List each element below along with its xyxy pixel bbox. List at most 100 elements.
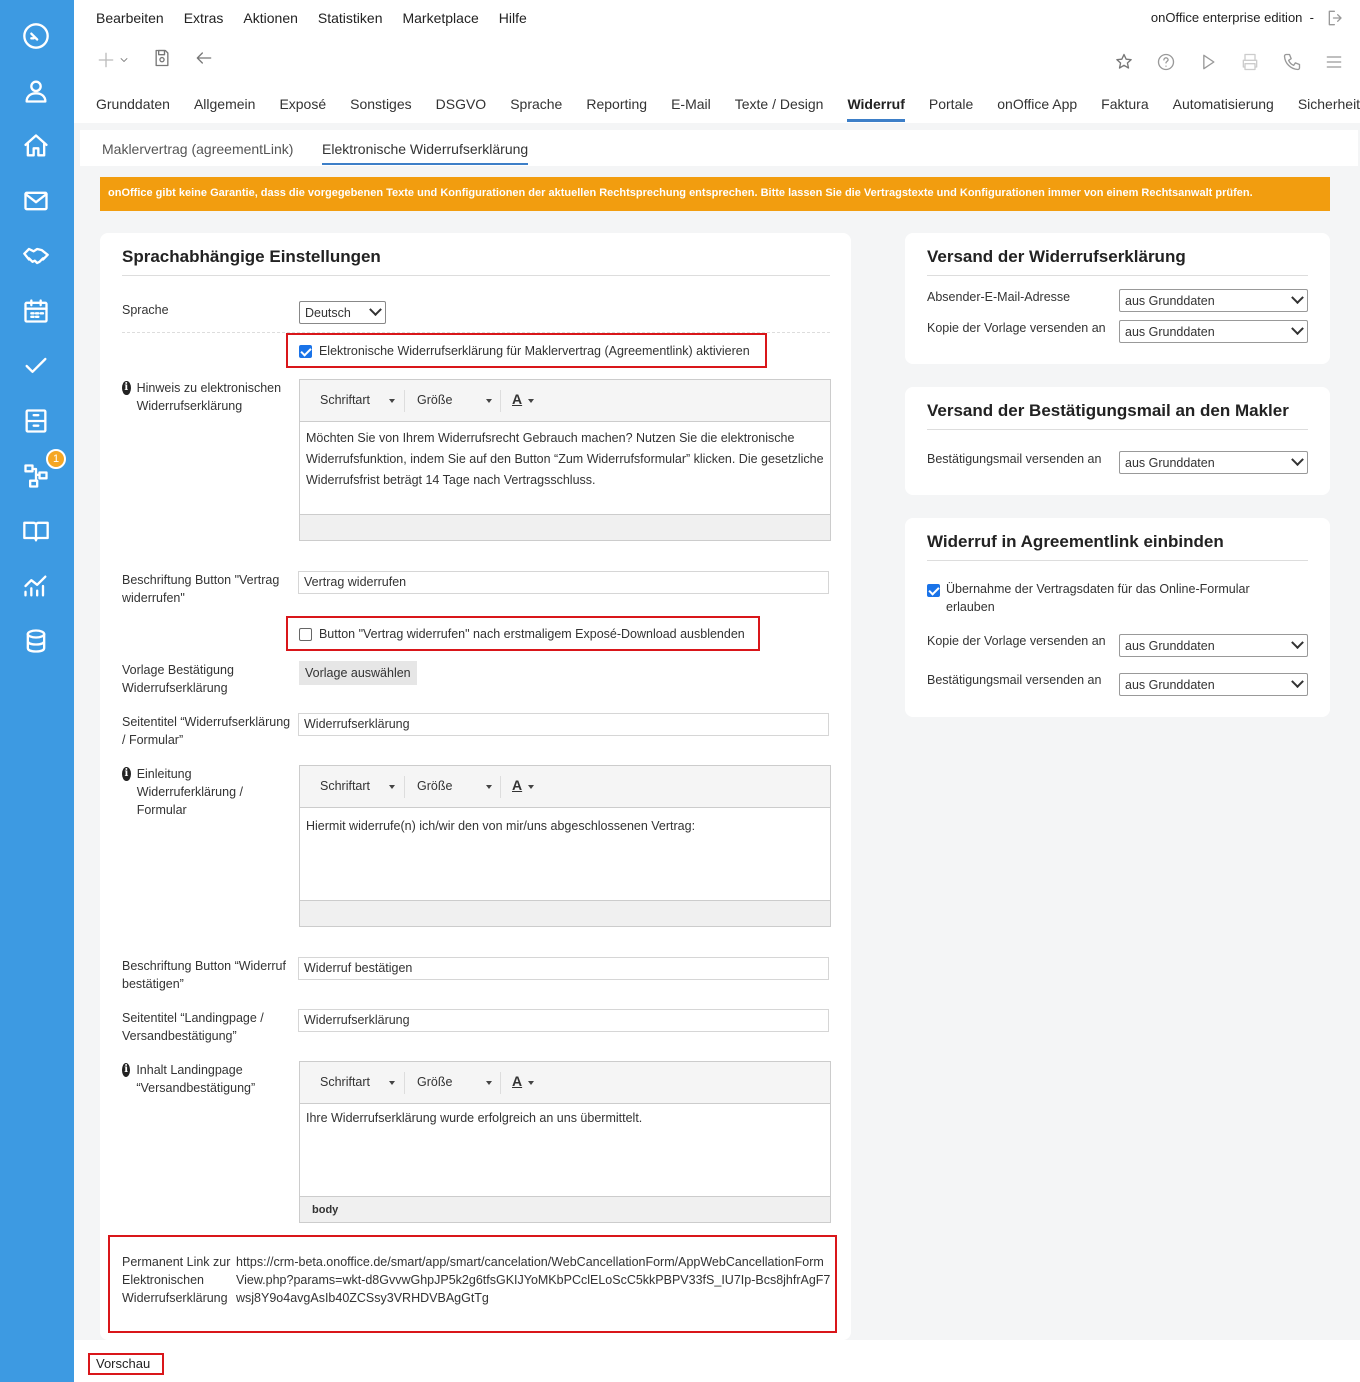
separator (500, 776, 501, 798)
user-icon[interactable] (18, 73, 54, 109)
mail-icon[interactable] (18, 183, 54, 219)
confirmation-mail-select[interactable]: aus Grunddaten (1119, 451, 1308, 474)
font-family-dropdown[interactable]: Schriftart (320, 1075, 370, 1089)
preview-button[interactable]: Vorschau (96, 1356, 150, 1371)
text-color-button[interactable]: A (512, 1073, 522, 1089)
print-icon[interactable] (1240, 52, 1260, 75)
tab-email[interactable]: E-Mail (671, 96, 711, 122)
chevron-down-icon (369, 303, 382, 317)
confirmation-mail-select-value: aus Grunddaten (1125, 455, 1215, 470)
calendar-icon[interactable] (18, 293, 54, 329)
handshake-icon[interactable] (18, 238, 54, 274)
permalink-url[interactable]: https://crm-beta.onoffice.de/smart/app/s… (236, 1253, 832, 1307)
separator (404, 1072, 405, 1094)
menu-aktionen[interactable]: Aktionen (243, 10, 297, 26)
text-color-button[interactable]: A (512, 391, 522, 407)
tab-sonstiges[interactable]: Sonstiges (350, 96, 411, 122)
tab-portale[interactable]: Portale (929, 96, 973, 122)
logout-icon[interactable] (1326, 8, 1346, 31)
database-icon[interactable] (18, 623, 54, 659)
confirm-button-label-input[interactable]: Widerruf bestätigen (298, 957, 829, 980)
language-select[interactable]: Deutsch (299, 301, 386, 324)
einleitung-editor-content[interactable]: Hiermit widerrufe(n) ich/wir den von mir… (300, 808, 830, 900)
separator (404, 390, 405, 412)
chevron-down-icon (1291, 636, 1304, 650)
landing-title-input[interactable]: Widerrufserklärung (298, 1009, 829, 1032)
tab-onoffice-app[interactable]: onOffice App (997, 96, 1077, 122)
tab-grunddaten[interactable]: Grunddaten (96, 96, 170, 122)
add-icon[interactable] (96, 50, 130, 70)
info-icon[interactable]: i (122, 767, 131, 781)
font-family-dropdown[interactable]: Schriftart (320, 393, 370, 407)
tab-texte-design[interactable]: Texte / Design (735, 96, 824, 122)
take-contract-data-checkbox[interactable] (927, 584, 940, 598)
info-icon[interactable]: i (122, 381, 131, 395)
help-icon[interactable] (1156, 52, 1176, 75)
agreement-copy-select[interactable]: aus Grunddaten (1119, 634, 1308, 657)
sender-email-select[interactable]: aus Grunddaten (1119, 289, 1308, 312)
agreement-confirm-select[interactable]: aus Grunddaten (1119, 673, 1308, 696)
home-icon[interactable] (18, 128, 54, 164)
button-label-label: Beschriftung Button "Vertrag widerrufen" (122, 573, 280, 605)
copy-template-select-value: aus Grunddaten (1125, 324, 1215, 339)
back-arrow-icon[interactable] (194, 48, 214, 71)
star-icon[interactable] (1114, 52, 1134, 75)
font-size-dropdown[interactable]: Größe (417, 1075, 452, 1089)
copy-template-select[interactable]: aus Grunddaten (1119, 320, 1308, 343)
hide-button-checkbox[interactable] (299, 628, 312, 642)
einleitung-label: Einleitung Widerruferklärung / Formular (136, 767, 243, 817)
archive-icon[interactable] (18, 403, 54, 439)
take-contract-data-label: Übernahme der Vertragsdaten für das Onli… (946, 582, 1250, 614)
page-title-form-input[interactable]: Widerrufserklärung (298, 713, 829, 736)
tab-faktura[interactable]: Faktura (1101, 96, 1148, 122)
separator (404, 776, 405, 798)
landing-content-editor[interactable]: Schriftart Größe A Ihre Widerrufserkläru… (299, 1061, 831, 1223)
font-size-dropdown[interactable]: Größe (417, 393, 452, 407)
statistics-icon[interactable] (18, 568, 54, 604)
menu-statistiken[interactable]: Statistiken (318, 10, 383, 26)
phone-icon[interactable] (1282, 52, 1302, 75)
landing-content-editor-content[interactable]: Ihre Widerrufserklärung wurde erfolgreic… (300, 1104, 830, 1196)
tab-dsgvo[interactable]: DSGVO (436, 96, 487, 122)
language-select-value: Deutsch (305, 305, 351, 320)
einleitung-editor[interactable]: Schriftart Größe A Hiermit widerrufe(n) … (299, 765, 831, 927)
subtab-maklervertrag[interactable]: Maklervertrag (agreementLink) (102, 141, 293, 163)
dashboard-icon[interactable] (18, 18, 54, 54)
editor-toolbar: Schriftart Größe A (300, 1062, 830, 1104)
activate-checkbox[interactable] (299, 345, 312, 359)
tab-widerruf[interactable]: Widerruf (847, 96, 905, 122)
font-family-dropdown[interactable]: Schriftart (320, 779, 370, 793)
menu-hilfe[interactable]: Hilfe (499, 10, 527, 26)
tab-automatisierung[interactable]: Automatisierung (1173, 96, 1274, 122)
caret-down-icon (528, 1081, 534, 1085)
hamburger-menu-icon[interactable] (1324, 52, 1344, 75)
text-color-button[interactable]: A (512, 777, 522, 793)
subtab-elektronische-widerrufserklaerung[interactable]: Elektronische Widerrufserklärung (322, 141, 529, 165)
einleitung-label-row: i Einleitung Widerruferklärung / Formular (122, 765, 272, 819)
menu-marketplace[interactable]: Marketplace (402, 10, 478, 26)
tab-allgemein[interactable]: Allgemein (194, 96, 255, 122)
caret-down-icon (528, 399, 534, 403)
tab-expose[interactable]: Exposé (279, 96, 326, 122)
button-label-input[interactable]: Vertrag widerrufen (298, 571, 829, 594)
hide-button-option[interactable]: Button "Vertrag widerrufen" nach erstmal… (299, 625, 745, 643)
font-size-dropdown[interactable]: Größe (417, 779, 452, 793)
hinweis-editor[interactable]: Schriftart Größe A Möchten Sie von Ihrem… (299, 379, 831, 541)
edition-label[interactable]: onOffice enterprise edition - (1151, 10, 1314, 25)
menu-bearbeiten[interactable]: Bearbeiten (96, 10, 164, 26)
hide-button-checkbox-label: Button "Vertrag widerrufen" nach erstmal… (318, 627, 745, 641)
menu-extras[interactable]: Extras (184, 10, 224, 26)
activate-option[interactable]: Elektronische Widerrufserklärung für Mak… (299, 342, 750, 360)
play-icon[interactable] (1198, 52, 1218, 75)
book-icon[interactable] (18, 513, 54, 549)
info-icon[interactable]: i (122, 1063, 131, 1077)
select-template-button[interactable]: Vorlage auswählen (299, 661, 417, 685)
caret-down-icon (528, 785, 534, 789)
hinweis-editor-content[interactable]: Möchten Sie von Ihrem Widerrufsrecht Geb… (300, 422, 830, 514)
checkmark-icon[interactable] (18, 348, 54, 384)
tab-sicherheit[interactable]: Sicherheit (1298, 96, 1360, 122)
agreement-confirm-select-value: aus Grunddaten (1125, 677, 1215, 692)
save-icon[interactable] (152, 48, 172, 71)
tab-reporting[interactable]: Reporting (586, 96, 647, 122)
tab-sprache[interactable]: Sprache (510, 96, 562, 122)
